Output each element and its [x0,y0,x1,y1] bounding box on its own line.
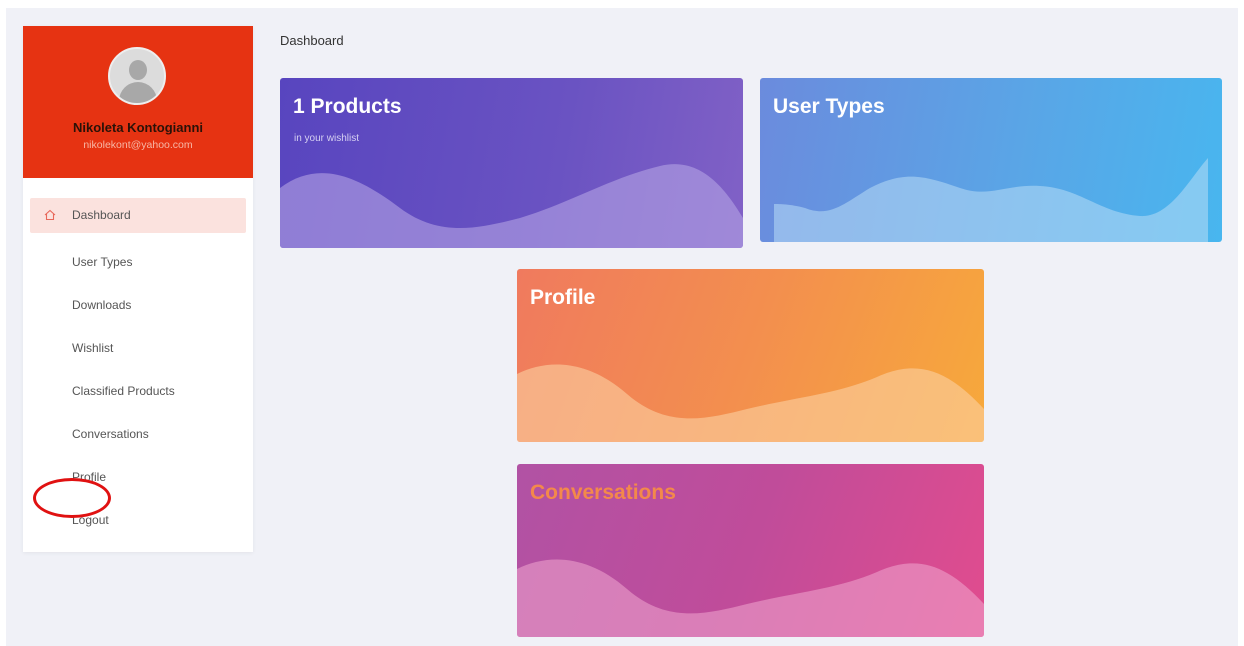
avatar-head-icon [129,60,147,80]
products-card[interactable]: 1 Products in your wishlist [280,78,743,248]
sidebar-item-label: Dashboard [72,208,131,222]
products-card-title: 1 Products [293,95,402,118]
sidebar-item-dashboard[interactable]: Dashboard [30,198,246,233]
user-email: nikolekont@yahoo.com [83,139,193,151]
sidebar-item-label: Conversations [72,427,149,441]
user-name: Nikoleta Kontogianni [73,120,203,135]
sidebar-item-downloads[interactable]: Downloads [30,284,246,327]
sidebar-item-user-types[interactable]: User Types [30,241,246,284]
user-types-card-title: User Types [773,95,885,118]
products-card-subtitle: in your wishlist [294,133,360,144]
sidebar-item-label: User Types [72,255,133,269]
profile-card-tile[interactable]: Profile [517,269,984,442]
sidebar-item-label: Downloads [72,298,132,312]
user-types-card[interactable]: User Types [760,78,1222,242]
sidebar-item-classified-products[interactable]: Classified Products [30,370,246,413]
profile-card: Nikoleta Kontogianni nikolekont@yahoo.co… [23,26,253,178]
sidebar-item-label: Classified Products [72,384,175,398]
profile-card-title: Profile [530,286,596,309]
home-icon [44,209,56,221]
logout-annotation-circle [33,478,111,518]
avatar[interactable] [108,47,166,105]
avatar-body-icon [119,82,157,103]
sidebar-item-conversations[interactable]: Conversations [30,413,246,456]
sidebar-item-wishlist[interactable]: Wishlist [30,327,246,370]
sidebar-item-label: Wishlist [72,341,114,355]
page-title: Dashboard [280,33,344,48]
sidebar: Nikoleta Kontogianni nikolekont@yahoo.co… [23,26,253,552]
conversations-card[interactable]: Conversations [517,464,984,637]
conversations-card-title: Conversations [530,481,676,504]
